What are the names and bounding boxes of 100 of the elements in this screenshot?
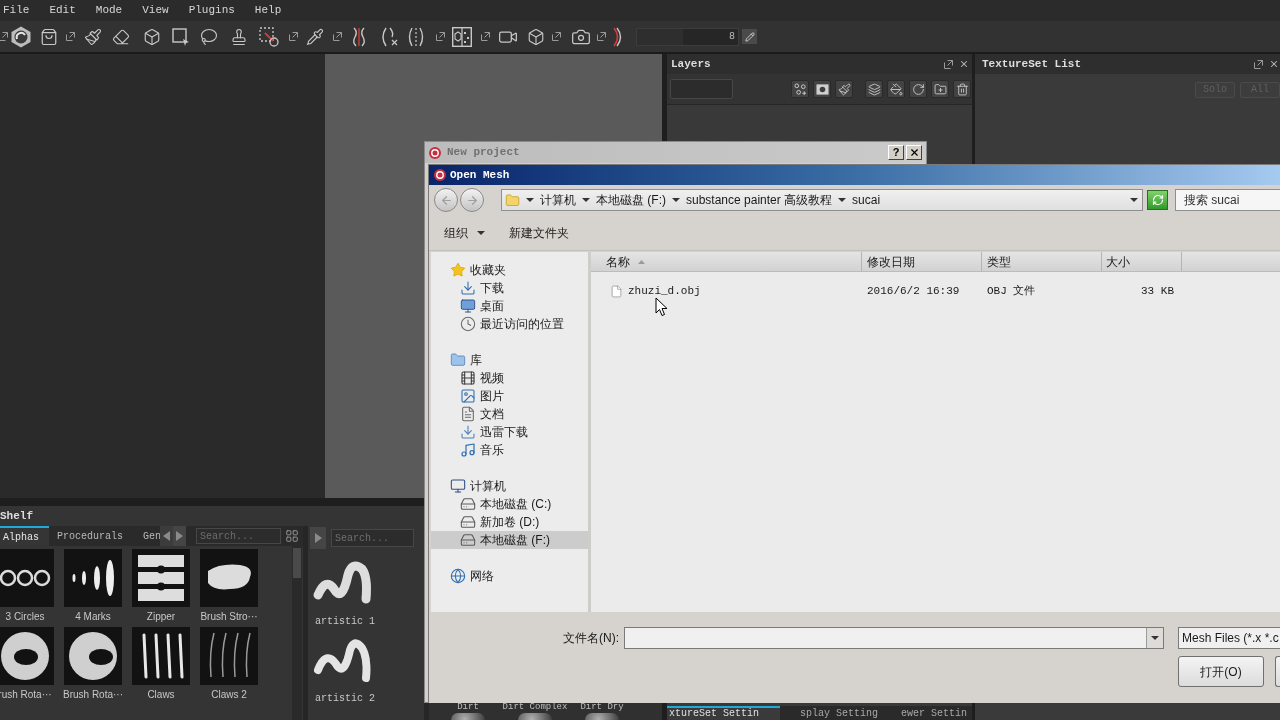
menu-button[interactable]: 组织	[444, 223, 485, 242]
nav-item[interactable]: 收藏夹	[431, 261, 588, 279]
shelf-tab[interactable]: Gen	[136, 526, 160, 546]
nav-item[interactable]: 迅雷下载	[431, 423, 588, 441]
nav-item[interactable]: 计算机	[431, 477, 588, 495]
eraser-icon[interactable]	[112, 27, 130, 46]
cube-icon[interactable]	[143, 27, 161, 46]
menu-item[interactable]: Help	[254, 2, 282, 19]
popout-icon[interactable]	[597, 32, 606, 41]
cube-icon[interactable]	[527, 27, 545, 46]
add-effect-button[interactable]	[791, 80, 809, 98]
grid-view-icon[interactable]	[285, 529, 299, 543]
refresh-button[interactable]	[1147, 190, 1168, 210]
dropdown-button[interactable]	[1146, 628, 1163, 648]
popout-icon[interactable]	[1254, 59, 1263, 69]
refresh-button[interactable]	[909, 80, 927, 98]
input-field[interactable]	[670, 79, 733, 99]
popout-icon[interactable]	[552, 32, 561, 41]
pipette-icon[interactable]	[306, 27, 324, 46]
back-button[interactable]	[434, 188, 458, 212]
nav-item[interactable]: 音乐	[431, 441, 588, 459]
menu-item[interactable]: File	[3, 2, 30, 19]
close-button[interactable]	[906, 145, 922, 160]
column-header[interactable]: 名称	[591, 252, 862, 271]
nav-item[interactable]: 库	[431, 351, 588, 369]
popout-icon[interactable]	[481, 32, 490, 41]
paint-layer-button[interactable]	[835, 80, 853, 98]
paintbrush-icon[interactable]	[84, 27, 102, 46]
scrollbar[interactable]	[292, 546, 302, 720]
nav-item[interactable]: 文档	[431, 405, 588, 423]
menu-item[interactable]: Edit	[49, 2, 76, 19]
menu-item[interactable]: Plugins	[188, 2, 235, 19]
ovals-drawing[interactable]	[64, 549, 122, 607]
scrollbar-thumb[interactable]	[293, 548, 301, 578]
menu-item[interactable]: View	[142, 2, 169, 19]
search-field[interactable]: Search...	[331, 529, 414, 547]
stamp-icon[interactable]	[230, 27, 248, 46]
dialog-button[interactable]	[1275, 656, 1280, 687]
add-folder-button[interactable]	[931, 80, 949, 98]
popout-icon[interactable]	[66, 32, 75, 41]
close-icon[interactable]	[1269, 59, 1279, 69]
shelf-tab[interactable]: Procedurals	[49, 526, 136, 546]
nav-item[interactable]: 桌面	[431, 297, 588, 315]
split-view-icon[interactable]	[452, 26, 472, 47]
search-field[interactable]: 搜索 sucai	[1175, 189, 1280, 211]
breadcrumb-item[interactable]: sucai	[852, 191, 881, 209]
forward-button[interactable]	[460, 188, 484, 212]
nav-item[interactable]: 最近访问的位置	[431, 315, 588, 333]
swirl-drawing[interactable]	[64, 627, 122, 685]
brush-stroke-drawing[interactable]	[200, 549, 258, 607]
panel-tab[interactable]: xtureSet Settin	[667, 706, 780, 720]
nav-item[interactable]: 网络	[431, 567, 588, 585]
column-header[interactable]: 类型	[982, 252, 1102, 271]
nav-item[interactable]: 新加卷 (D:)	[431, 513, 588, 531]
breadcrumb-item[interactable]: 本地磁盘 (F:)	[596, 191, 666, 209]
add-mask-button[interactable]	[813, 80, 831, 98]
shelf-tab[interactable]: Alphas	[0, 526, 49, 546]
material-sphere-drawing[interactable]	[451, 713, 485, 720]
mirror-icon[interactable]	[406, 26, 426, 47]
menu-item[interactable]: Mode	[95, 2, 123, 19]
rings-drawing[interactable]	[0, 549, 54, 607]
open-button[interactable]: 打开(O)	[1178, 656, 1265, 687]
popout-icon[interactable]	[436, 32, 445, 41]
logo-icon[interactable]	[10, 25, 32, 48]
breadcrumb-item[interactable]: substance painter 高级教程	[686, 191, 833, 209]
shopping-bag-icon[interactable]	[40, 27, 58, 46]
nav-item[interactable]: 本地磁盘 (C:)	[431, 495, 588, 513]
square-select-icon[interactable]	[172, 27, 190, 46]
scroll-left-button[interactable]	[160, 526, 173, 546]
nav-item[interactable]: 视频	[431, 369, 588, 387]
search-field[interactable]: Search...	[196, 528, 281, 544]
curve-icon[interactable]	[612, 26, 624, 47]
help-button[interactable]: ?	[888, 145, 904, 160]
popout-icon[interactable]	[944, 59, 953, 69]
scroll-right-button[interactable]	[173, 526, 186, 546]
column-header[interactable]: 大小	[1102, 252, 1182, 271]
selection-icon[interactable]	[259, 26, 279, 47]
breadcrumb-item[interactable]: 计算机	[540, 191, 576, 209]
column-header[interactable]: 修改日期	[862, 252, 982, 271]
nav-item[interactable]: 图片	[431, 387, 588, 405]
swirl-drawing[interactable]	[0, 627, 54, 685]
lasso-icon[interactable]	[200, 27, 218, 46]
popout-icon[interactable]	[333, 32, 342, 41]
material-sphere-drawing[interactable]	[585, 713, 619, 720]
brush-size-field[interactable]: 8	[636, 27, 739, 46]
panel-tab[interactable]: splay Setting	[780, 706, 893, 720]
material-sphere-drawing[interactable]	[518, 713, 552, 720]
nav-item[interactable]: 本地磁盘 (F:)	[431, 531, 588, 549]
file-type-dropdown[interactable]: Mesh Files (*.x *.c	[1178, 627, 1280, 649]
fill-layer-button[interactable]	[887, 80, 905, 98]
nav-item[interactable]: 下载	[431, 279, 588, 297]
zipper-drawing[interactable]	[132, 549, 190, 607]
toolbar-button[interactable]: 新建文件夹	[509, 223, 569, 242]
add-layer-button[interactable]	[865, 80, 883, 98]
address-bar[interactable]: 计算机 本地磁盘 (F:) substance painter 高级教程 sucai	[501, 189, 1143, 211]
popout-icon[interactable]	[289, 32, 298, 41]
claw-marks-drawing[interactable]	[132, 627, 190, 685]
close-icon[interactable]	[959, 59, 969, 69]
file-row[interactable]: zhuzi_d.obj 2016/6/2 16:39 OBJ 文件 33 KB	[591, 282, 1280, 300]
filename-field[interactable]	[624, 627, 1164, 649]
